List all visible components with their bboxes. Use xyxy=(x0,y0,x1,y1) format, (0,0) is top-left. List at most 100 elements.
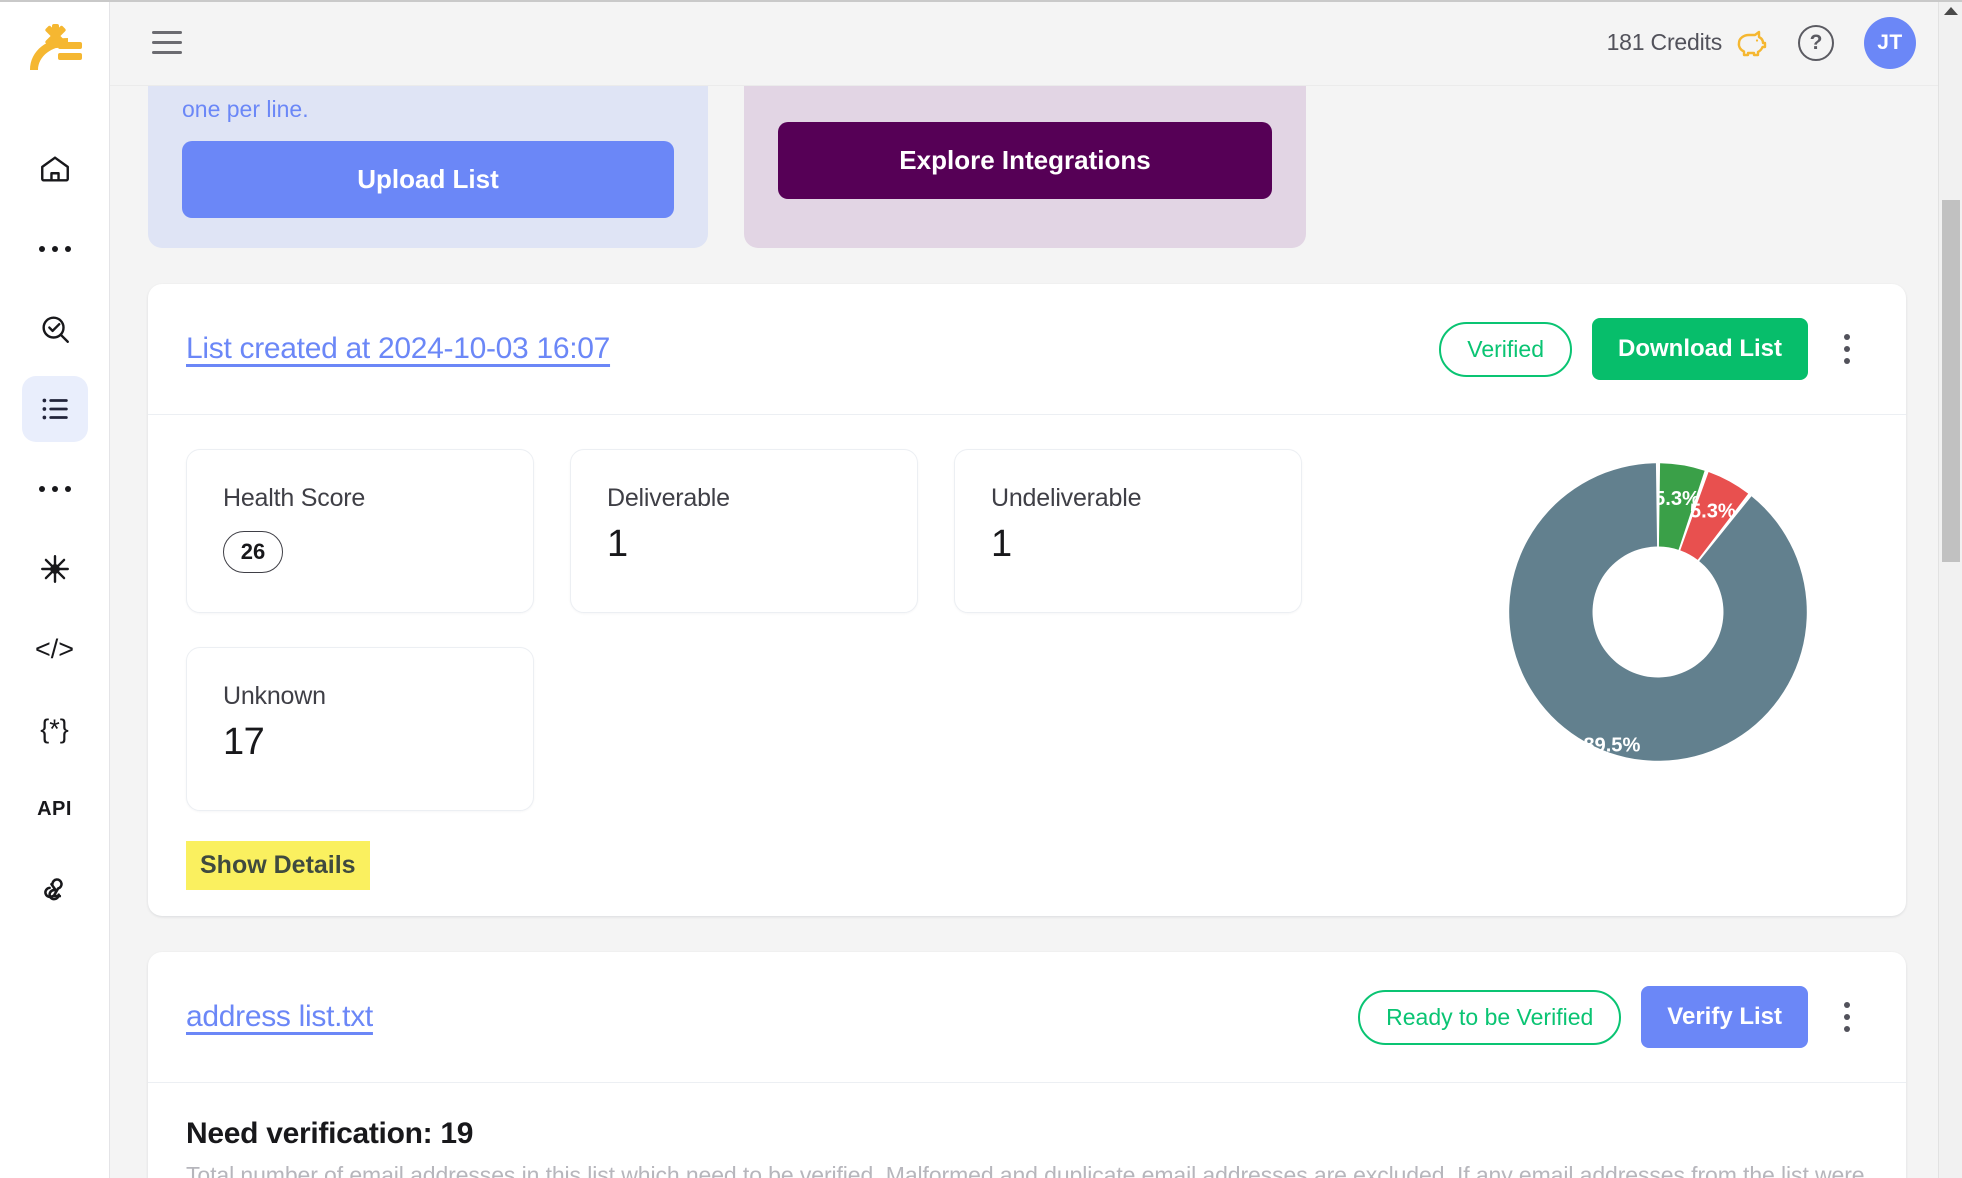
stat-card-unknown: Unknown 17 xyxy=(186,647,534,811)
sidebar-item-more-1[interactable] xyxy=(22,216,88,282)
stats-area: Health Score 26 Deliverable 1 Undelivera… xyxy=(186,449,1448,890)
need-verification-description: Total number of email addresses in this … xyxy=(186,1162,1865,1178)
show-details-button[interactable]: Show Details xyxy=(186,841,370,890)
stat-card-deliverable: Deliverable 1 xyxy=(570,449,918,613)
dot xyxy=(38,486,45,492)
integrations-banner: Explore Integrations xyxy=(744,86,1306,248)
stat-value: 1 xyxy=(607,523,628,565)
credits-indicator[interactable]: 181 Credits xyxy=(1607,28,1768,58)
app-root: </> {*} API 181 Credits ? JT one per lin… xyxy=(0,0,1962,1178)
main-area: 181 Credits ? JT one per line. Upload Li… xyxy=(110,0,1962,1178)
donut-chart-svg: 5.3%5.3%89.5% xyxy=(1509,463,1807,761)
donut-slice-label: 5.3% xyxy=(1690,500,1736,522)
zerobounce-logo[interactable] xyxy=(24,22,86,84)
dot xyxy=(1844,1026,1850,1032)
sparkle-icon xyxy=(40,555,69,583)
need-verification-section: Need verification: 19 Total number of em… xyxy=(148,1083,1906,1178)
stats-row-bottom: Unknown 17 xyxy=(186,647,1448,811)
stat-label: Undeliverable xyxy=(991,484,1142,512)
stat-label: Deliverable xyxy=(607,484,730,512)
page-scrollbar[interactable] xyxy=(1938,0,1962,1178)
logo-glyph xyxy=(29,24,82,70)
code-brackets-icon: </> xyxy=(34,633,75,664)
dot xyxy=(38,246,45,252)
hamburger-icon[interactable] xyxy=(152,28,188,58)
home-icon xyxy=(40,156,69,182)
stat-label: Unknown xyxy=(223,682,326,710)
stat-label: Health Score xyxy=(223,484,366,512)
pending-list-title-link[interactable]: address list.txt xyxy=(186,1000,373,1034)
topbar-actions: 181 Credits ? JT xyxy=(1607,16,1916,69)
sidebar-item-code[interactable]: </> xyxy=(22,616,88,682)
sidebar-item-ai-scoring[interactable] xyxy=(22,536,88,602)
verify-list-button[interactable]: Verify List xyxy=(1641,986,1808,1048)
sidebar-item-home[interactable] xyxy=(22,136,88,202)
sidebar-nav: </> {*} API xyxy=(0,136,109,936)
stats-row-top: Health Score 26 Deliverable 1 Undelivera… xyxy=(186,449,1448,613)
donut-chart: 5.3% 5.3% 89.5% xyxy=(1503,457,1813,767)
sidebar-item-more-2[interactable] xyxy=(22,456,88,522)
help-icon[interactable]: ? xyxy=(1798,24,1834,61)
dot xyxy=(51,486,58,492)
promo-banners: one per line. Upload List Explore Integr… xyxy=(148,86,1906,248)
verified-list-body: Health Score 26 Deliverable 1 Undelivera… xyxy=(148,415,1906,916)
dot xyxy=(1844,1002,1850,1008)
dot xyxy=(1844,358,1850,364)
explore-integrations-button[interactable]: Explore Integrations xyxy=(778,122,1272,199)
stat-card-undeliverable: Undeliverable 1 xyxy=(954,449,1302,613)
need-verification-title: Need verification: 19 xyxy=(186,1117,474,1150)
upload-banner: one per line. Upload List xyxy=(148,86,708,248)
upload-banner-text: one per line. xyxy=(182,96,309,122)
help-glyph: ? xyxy=(1809,30,1823,54)
verified-list-card: List created at 2024-10-03 16:07 Verifie… xyxy=(148,284,1906,916)
scrollbar-thumb[interactable] xyxy=(1942,200,1960,562)
sidebar-item-variables[interactable]: {*} xyxy=(22,696,88,762)
more-vertical-icon[interactable] xyxy=(1834,327,1860,371)
download-list-button[interactable]: Download List xyxy=(1592,318,1808,380)
sidebar-item-api[interactable]: API xyxy=(22,776,88,842)
integrations-banner-spacer xyxy=(778,96,1272,122)
health-score-badge: 26 xyxy=(223,531,283,573)
dot xyxy=(64,246,71,252)
search-check-icon xyxy=(41,316,69,343)
sidebar: </> {*} API xyxy=(0,0,110,1178)
dot xyxy=(1844,1014,1850,1020)
topbar: 181 Credits ? JT xyxy=(110,0,1962,86)
stat-card-health-score: Health Score 26 xyxy=(186,449,534,613)
dot xyxy=(1844,346,1850,352)
donut-slice-label: 89.5% xyxy=(1583,735,1640,757)
pending-list-header: address list.txt Ready to be Verified Ve… xyxy=(148,952,1906,1083)
avatar[interactable]: JT xyxy=(1864,16,1916,69)
pending-list-card: address list.txt Ready to be Verified Ve… xyxy=(148,952,1906,1178)
hamburger-bar xyxy=(152,31,182,34)
hamburger-bar xyxy=(152,41,182,44)
triangle-up-icon xyxy=(1943,7,1958,15)
dot xyxy=(51,246,58,252)
status-badge-ready[interactable]: Ready to be Verified xyxy=(1358,989,1622,1045)
sidebar-item-lists[interactable] xyxy=(21,376,88,442)
verified-list-header: List created at 2024-10-03 16:07 Verifie… xyxy=(148,284,1906,415)
stat-value: 1 xyxy=(991,523,1012,565)
status-badge-verified[interactable]: Verified xyxy=(1439,321,1572,377)
verified-list-actions: Verified Download List xyxy=(1439,318,1860,380)
dot xyxy=(1844,334,1850,340)
piggy-bank-icon xyxy=(1737,30,1767,56)
stat-value: 17 xyxy=(223,721,265,763)
sidebar-item-single-verify[interactable] xyxy=(22,296,88,362)
pending-list-actions: Ready to be Verified Verify List xyxy=(1358,986,1860,1048)
page-content: one per line. Upload List Explore Integr… xyxy=(110,86,1962,1178)
curly-star-icon: {*} xyxy=(40,713,69,744)
sidebar-item-webhooks[interactable] xyxy=(22,856,88,922)
verified-list-title-link[interactable]: List created at 2024-10-03 16:07 xyxy=(186,332,610,366)
api-text-icon: API xyxy=(37,797,72,820)
dot xyxy=(64,486,71,492)
scrollbar-up-arrow[interactable] xyxy=(1939,0,1962,22)
more-vertical-icon[interactable] xyxy=(1834,995,1860,1039)
upload-list-button[interactable]: Upload List xyxy=(182,141,674,218)
hamburger-bar xyxy=(152,51,182,54)
donut-chart-wrap: 5.3% 5.3% 89.5% xyxy=(1448,449,1868,890)
list-icon xyxy=(42,398,68,420)
credits-label: 181 Credits xyxy=(1606,29,1723,55)
webhook-icon xyxy=(43,878,63,901)
avatar-initials: JT xyxy=(1877,30,1903,54)
